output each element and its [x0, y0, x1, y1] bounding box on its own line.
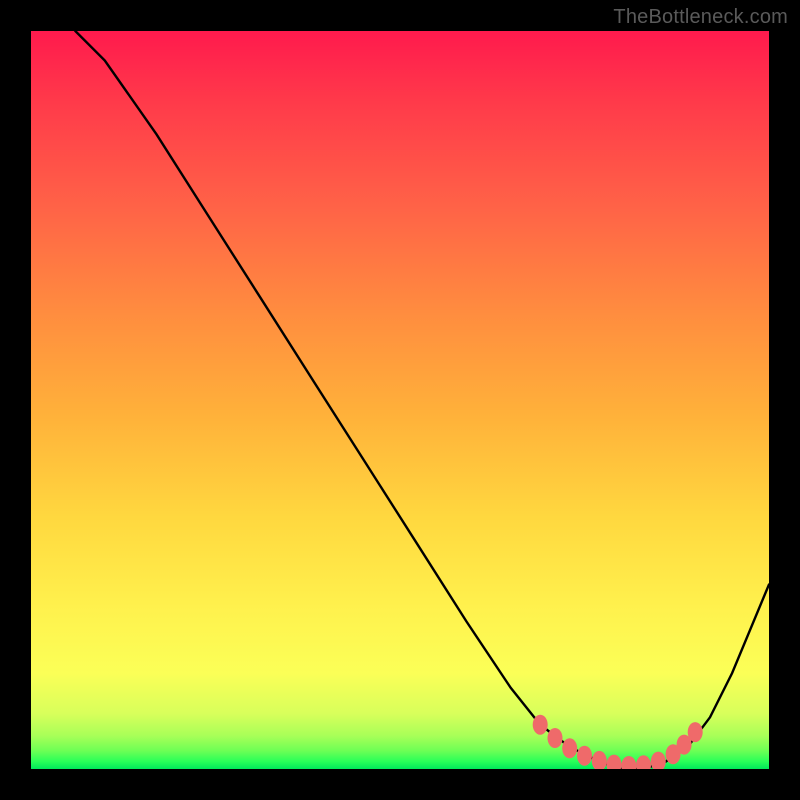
optimum-marker — [548, 728, 563, 748]
optimum-marker — [607, 755, 622, 769]
marker-svg — [31, 31, 769, 769]
optimum-marker — [577, 746, 592, 766]
optimum-marker — [592, 751, 607, 769]
optimum-markers — [533, 715, 703, 769]
optimum-marker — [533, 715, 548, 735]
outer-frame: TheBottleneck.com — [0, 0, 800, 800]
optimum-marker — [688, 722, 703, 742]
optimum-marker — [651, 752, 666, 769]
optimum-marker — [636, 755, 651, 769]
optimum-marker — [621, 756, 636, 769]
plot-area — [31, 31, 769, 769]
optimum-marker — [562, 738, 577, 758]
watermark-text: TheBottleneck.com — [613, 6, 788, 29]
